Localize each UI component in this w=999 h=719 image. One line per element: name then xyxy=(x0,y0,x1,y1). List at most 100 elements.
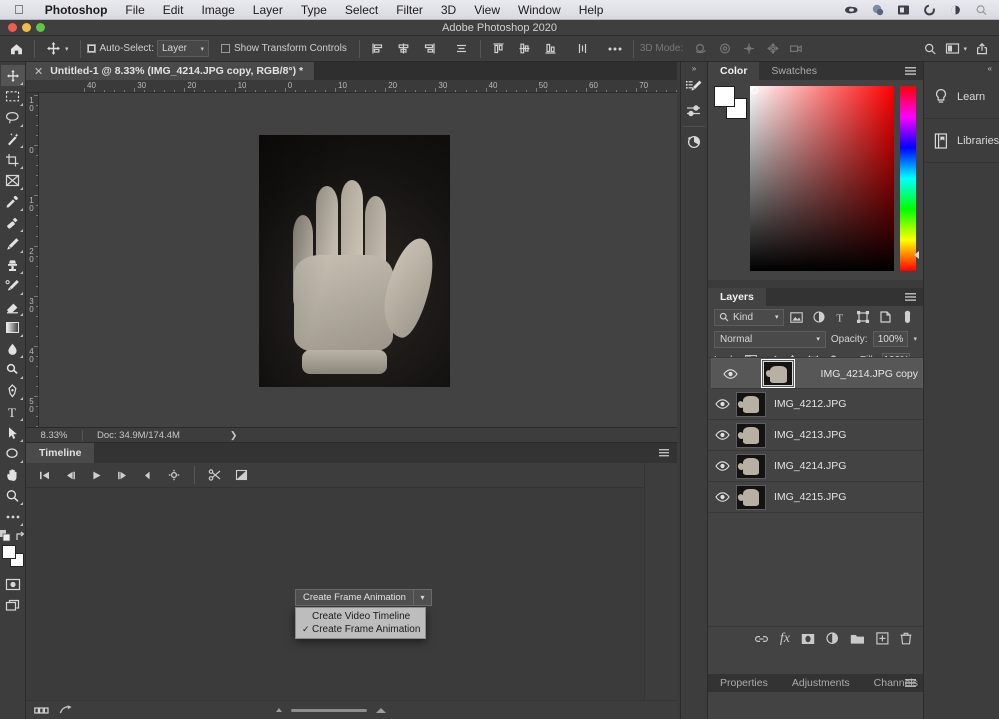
filter-smart-object-icon[interactable] xyxy=(877,309,895,326)
lasso-tool[interactable] xyxy=(1,107,25,128)
clone-stamp-tool[interactable] xyxy=(1,254,25,275)
add-layer-mask-icon[interactable] xyxy=(801,633,815,645)
contrast-icon[interactable] xyxy=(948,3,963,17)
filter-pixel-icon[interactable] xyxy=(788,309,806,326)
display-icon[interactable] xyxy=(896,3,911,17)
spot-healing-brush-tool[interactable] xyxy=(1,212,25,233)
rectangular-marquee-tool[interactable] xyxy=(1,86,25,107)
more-options-ellipsis-icon[interactable] xyxy=(603,38,627,60)
layer-row[interactable]: IMG_4212.JPG xyxy=(708,389,923,420)
layer-style-fx-icon[interactable]: fx xyxy=(780,631,790,647)
align-top-edges-icon[interactable] xyxy=(487,38,511,60)
canvas-area[interactable] xyxy=(39,93,677,431)
menu-image[interactable]: Image xyxy=(192,3,243,17)
history-brush-tool[interactable] xyxy=(1,275,25,296)
convert-to-frame-animation-icon[interactable] xyxy=(34,706,50,715)
panel-menu-icon[interactable] xyxy=(905,679,916,687)
align-vertical-centers-icon[interactable] xyxy=(513,38,537,60)
brushes-panel-icon[interactable] xyxy=(681,75,707,99)
home-icon[interactable] xyxy=(4,38,28,60)
search-icon[interactable] xyxy=(923,42,937,56)
screen-mode-icon[interactable] xyxy=(1,595,25,616)
split-at-playhead-icon[interactable] xyxy=(203,465,227,485)
collapse-panels-icon[interactable]: » xyxy=(681,62,707,75)
play-icon[interactable] xyxy=(84,465,108,485)
menu-filter[interactable]: Filter xyxy=(387,3,432,17)
layer-row[interactable]: IMG_4213.JPG xyxy=(708,420,923,451)
tab-properties[interactable]: Properties xyxy=(708,674,780,692)
eye-icon[interactable] xyxy=(716,368,744,379)
new-layer-icon[interactable] xyxy=(876,632,889,645)
eraser-tool[interactable] xyxy=(1,296,25,317)
zoom-out-icon[interactable] xyxy=(276,708,282,712)
opacity-input[interactable]: 100% xyxy=(872,331,909,347)
expand-panels-icon[interactable]: « xyxy=(924,62,999,75)
foreground-color-swatch[interactable] xyxy=(1,545,16,559)
dropbox-icon[interactable] xyxy=(870,3,885,17)
default-colors-icon[interactable] xyxy=(0,530,11,542)
transition-icon[interactable] xyxy=(229,465,253,485)
eyedropper-tool[interactable] xyxy=(1,191,25,212)
eye-icon[interactable] xyxy=(708,430,736,440)
magic-wand-tool[interactable] xyxy=(1,128,25,149)
menu-edit[interactable]: Edit xyxy=(154,3,193,17)
tool-preset-caret-icon[interactable]: ▾ xyxy=(65,45,69,53)
auto-select-target-dropdown[interactable]: Layer ▾ xyxy=(157,40,209,57)
brush-settings-panel-icon[interactable] xyxy=(681,99,707,123)
tab-swatches[interactable]: Swatches xyxy=(759,62,829,80)
hand-tool[interactable] xyxy=(1,464,25,485)
foreground-color-swatch[interactable] xyxy=(714,86,735,107)
eye-icon[interactable] xyxy=(708,399,736,409)
new-adjustment-layer-icon[interactable] xyxy=(826,632,839,645)
auto-select-checkbox[interactable] xyxy=(86,44,96,53)
settings-gear-icon[interactable] xyxy=(162,465,186,485)
tab-timeline[interactable]: Timeline xyxy=(26,443,95,463)
eye-icon[interactable] xyxy=(708,461,736,471)
dodge-tool[interactable] xyxy=(1,359,25,380)
select-next-frame-icon[interactable] xyxy=(110,465,134,485)
panel-menu-icon[interactable] xyxy=(905,293,916,301)
filter-shape-icon[interactable] xyxy=(854,309,872,326)
menu-window[interactable]: Window xyxy=(509,3,570,17)
layer-list[interactable]: IMG_4214.JPG copy IMG_4212.JPG IMG_4213.JP… xyxy=(708,357,923,625)
zoom-level[interactable]: 8.33% xyxy=(26,430,82,441)
menu-select[interactable]: Select xyxy=(336,3,387,17)
panel-menu-icon[interactable] xyxy=(905,67,916,75)
animation-combo[interactable]: Create Frame Animation ▾ xyxy=(295,589,432,606)
move-tool[interactable] xyxy=(0,65,25,86)
history-panel-icon[interactable] xyxy=(681,130,707,154)
ellipse-tool[interactable] xyxy=(1,443,25,464)
show-transform-controls-option[interactable]: Show Transform Controls xyxy=(221,43,347,54)
color-field[interactable] xyxy=(750,86,894,271)
color-field-picker[interactable] xyxy=(751,87,758,94)
menu-view[interactable]: View xyxy=(465,3,509,17)
menu-help[interactable]: Help xyxy=(570,3,613,17)
tab-layers[interactable]: Layers xyxy=(708,288,766,306)
timeline-zoom-slider[interactable] xyxy=(291,708,367,712)
layer-thumbnail[interactable] xyxy=(761,359,796,388)
dock-item-learn[interactable]: Learn xyxy=(924,75,999,119)
paths-panel-body[interactable] xyxy=(708,692,923,719)
pen-tool[interactable] xyxy=(1,380,25,401)
delete-layer-icon[interactable] xyxy=(900,632,912,645)
distribute-vertically-icon[interactable] xyxy=(571,38,595,60)
tab-color[interactable]: Color xyxy=(708,62,760,80)
layer-row[interactable]: IMG_4215.JPG xyxy=(708,482,923,513)
document-tab[interactable]: ✕ Untitled-1 @ 8.33% (IMG_4214.JPG copy,… xyxy=(26,62,316,80)
search-icon[interactable] xyxy=(974,3,989,17)
align-bottom-edges-icon[interactable] xyxy=(539,38,563,60)
menu-photoshop[interactable]: Photoshop xyxy=(36,3,117,17)
menu-item-create-frame-animation[interactable]: ✓ Create Frame Animation xyxy=(296,623,425,636)
artboard-image[interactable] xyxy=(259,135,450,387)
align-right-edges-icon[interactable] xyxy=(418,38,442,60)
layer-thumbnail[interactable] xyxy=(736,391,766,417)
move-tool-icon[interactable] xyxy=(41,38,65,60)
close-icon[interactable]: ✕ xyxy=(34,65,43,78)
blur-tool[interactable] xyxy=(1,338,25,359)
new-group-icon[interactable] xyxy=(850,633,865,645)
horizontal-ruler[interactable]: 4030201001020304050607080 xyxy=(26,80,677,93)
align-left-edges-icon[interactable] xyxy=(366,38,390,60)
select-previous-frame-icon[interactable] xyxy=(58,465,82,485)
render-video-icon[interactable] xyxy=(59,705,73,715)
gradient-tool[interactable] xyxy=(1,317,25,338)
